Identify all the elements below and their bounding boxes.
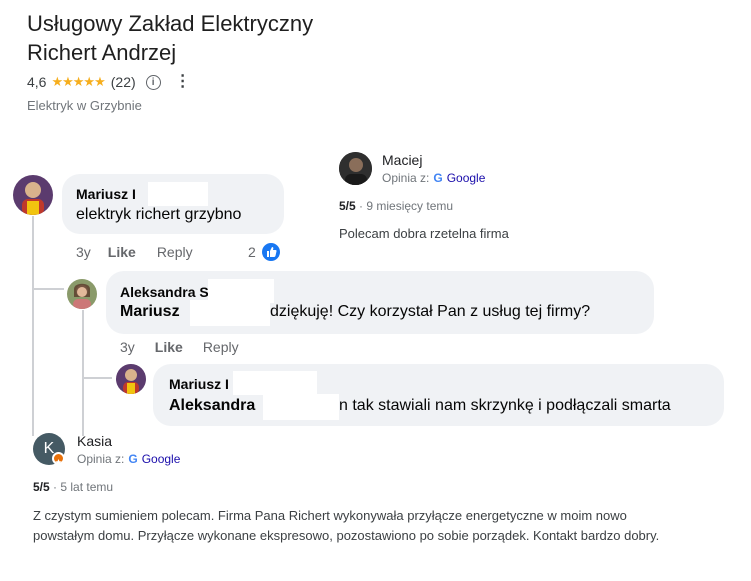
rating-value: 4,6 bbox=[27, 74, 47, 90]
reply-button[interactable]: Reply bbox=[203, 339, 239, 355]
review-text: Polecam dobra rzetelna firma bbox=[339, 226, 509, 241]
thumbs-up-icon bbox=[260, 241, 282, 263]
comment-mention[interactable]: Mariusz bbox=[120, 303, 180, 321]
comment-text: elektryk richert grzybno bbox=[76, 206, 242, 223]
thread-branch bbox=[32, 288, 64, 290]
thread-line bbox=[32, 216, 34, 436]
reviewer-avatar-maciej[interactable] bbox=[339, 152, 372, 185]
comment-mention[interactable]: Aleksandra bbox=[169, 397, 255, 415]
more-options-icon[interactable]: ⋮ bbox=[175, 74, 191, 90]
review-score: 5/5 bbox=[339, 199, 356, 213]
person-photo-icon bbox=[13, 175, 53, 215]
comment-bubble-1: Mariusz I elektryk richert grzybno bbox=[62, 174, 284, 234]
thread-branch-nested bbox=[82, 377, 112, 379]
comment-actions: 3y Like Reply bbox=[76, 244, 193, 260]
review-score: 5/5 bbox=[33, 480, 50, 494]
redaction bbox=[148, 182, 208, 206]
review-source-label: Opinia z: bbox=[77, 452, 125, 466]
review-source: Opinia z: G Google bbox=[77, 452, 180, 466]
google-logo-icon: G bbox=[433, 171, 443, 185]
comment-time[interactable]: 3y bbox=[120, 339, 135, 355]
like-button[interactable]: Like bbox=[108, 244, 136, 260]
rating-row: 4,6 ★★★★★ (22) i ⋮ bbox=[27, 72, 191, 92]
person-photo-icon bbox=[116, 364, 146, 394]
comment-time[interactable]: 3y bbox=[76, 244, 91, 260]
business-title: Usługowy Zakład Elektryczny Richert Andr… bbox=[27, 9, 427, 67]
comment-bubble-2: Aleksandra S Mariusz dziękuję! Czy korzy… bbox=[106, 271, 654, 334]
redaction bbox=[263, 394, 339, 420]
info-icon[interactable]: i bbox=[145, 74, 161, 90]
comment-bubble-3: Mariusz I Aleksandra n tak stawiali nam … bbox=[153, 364, 724, 426]
redaction bbox=[190, 300, 270, 326]
star-rating-icon: ★★★★★ bbox=[51, 74, 105, 89]
commenter-avatar-aleksandra[interactable] bbox=[67, 279, 97, 309]
person-photo-icon bbox=[67, 279, 97, 309]
review-text: Z czystym sumieniem polecam. Firma Pana … bbox=[33, 508, 660, 543]
local-guide-badge-icon bbox=[52, 452, 65, 466]
reaction-count[interactable]: 2 bbox=[248, 244, 256, 260]
review-time: · 9 miesięcy temu bbox=[359, 199, 454, 213]
comment-text: dziękuję! Czy korzystał Pan z usług tej … bbox=[270, 303, 591, 320]
comment-author[interactable]: Mariusz I bbox=[169, 376, 229, 392]
reviewer-name-maciej[interactable]: Maciej bbox=[382, 152, 422, 168]
reviewer-name-kasia[interactable]: Kasia bbox=[77, 433, 112, 449]
review-source-name[interactable]: Google bbox=[447, 171, 486, 185]
thread-line-nested bbox=[82, 310, 84, 436]
review-meta: 5/5 · 5 lat temu bbox=[33, 480, 113, 494]
review-count-link[interactable]: (22) bbox=[111, 74, 136, 90]
review-source-name[interactable]: Google bbox=[142, 452, 181, 466]
comment-author[interactable]: Mariusz I bbox=[76, 186, 136, 202]
comment-author[interactable]: Aleksandra S bbox=[120, 284, 209, 300]
reply-button[interactable]: Reply bbox=[157, 244, 193, 260]
person-photo-icon bbox=[339, 152, 372, 185]
review-meta: 5/5 · 9 miesięcy temu bbox=[339, 199, 453, 213]
comment-actions: 3y Like Reply bbox=[120, 339, 239, 355]
review-source: Opinia z: G Google bbox=[382, 171, 485, 185]
comment-text: n tak stawiali nam skrzynkę i podłączali… bbox=[339, 397, 671, 414]
review-time: · 5 lat temu bbox=[53, 480, 114, 494]
commenter-avatar-mariusz[interactable] bbox=[116, 364, 146, 394]
business-title-line1: Usługowy Zakład Elektryczny bbox=[27, 11, 314, 36]
business-category: Elektryk w Grzybnie bbox=[27, 98, 142, 113]
google-logo-icon: G bbox=[128, 452, 138, 466]
like-button[interactable]: Like bbox=[155, 339, 183, 355]
redaction bbox=[233, 371, 317, 395]
commenter-avatar-mariusz[interactable] bbox=[13, 175, 53, 215]
business-title-line2: Richert Andrzej bbox=[27, 40, 177, 65]
review-source-label: Opinia z: bbox=[382, 171, 430, 185]
